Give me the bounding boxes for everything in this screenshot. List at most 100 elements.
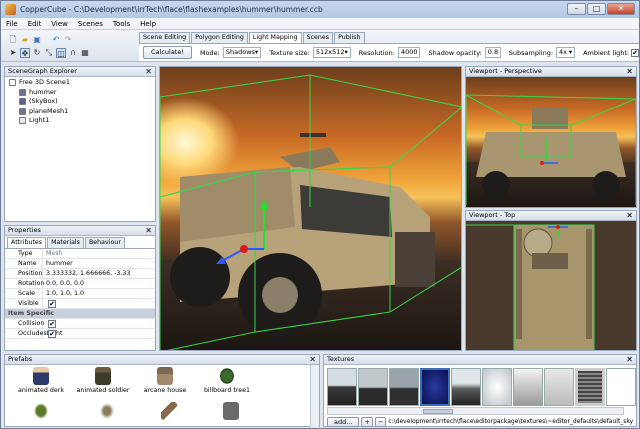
magnet-icon[interactable]: ∩ bbox=[68, 48, 78, 58]
texture-thumb[interactable] bbox=[575, 368, 605, 406]
main-viewport[interactable] bbox=[159, 66, 462, 351]
scroll-thumb[interactable] bbox=[423, 409, 453, 414]
rotate-icon[interactable]: ↻ bbox=[32, 48, 42, 58]
property-row[interactable]: Type Mesh bbox=[5, 249, 155, 259]
texture-thumb[interactable] bbox=[327, 368, 357, 406]
new-file-icon[interactable]: 🗋 bbox=[8, 35, 18, 45]
close-icon[interactable]: ✕ bbox=[626, 67, 633, 76]
textures-panel: Textures ✕ add... + − c:\development\irrt… bbox=[323, 354, 637, 427]
texture-thumb[interactable] bbox=[482, 368, 512, 406]
box-icon[interactable] bbox=[223, 402, 239, 420]
property-checkbox[interactable]: ✔ bbox=[48, 300, 56, 308]
property-row[interactable]: Rotation 0.0, 0.0, 0.0 bbox=[5, 279, 155, 289]
menu-view[interactable]: View bbox=[46, 20, 73, 28]
undo-icon[interactable]: ↶ bbox=[51, 35, 61, 45]
subsampling-select[interactable]: 4x ▾ bbox=[556, 47, 576, 58]
menu-help[interactable]: Help bbox=[135, 20, 161, 28]
property-row[interactable]: Position 3.333332, 1.666666, -3.33 bbox=[5, 269, 155, 279]
maximize-button[interactable]: □ bbox=[587, 3, 606, 15]
prefab-arcane-house[interactable]: arcane house bbox=[135, 367, 195, 394]
tab-light-mapping[interactable]: Light Mapping bbox=[248, 32, 302, 43]
property-value[interactable]: Mesh bbox=[43, 249, 155, 258]
property-key: Type bbox=[5, 249, 43, 258]
panel-header: SceneGraph Explorer ✕ bbox=[5, 67, 155, 77]
property-value[interactable]: ✔ bbox=[43, 299, 155, 308]
tree-item[interactable]: planeMesh1 bbox=[9, 107, 155, 117]
plant-icon[interactable] bbox=[99, 402, 115, 420]
property-value[interactable]: hummer bbox=[43, 259, 155, 268]
texture-thumb[interactable] bbox=[358, 368, 388, 406]
tree-item[interactable]: Light1 bbox=[9, 116, 155, 126]
tab-scene-editing[interactable]: Scene Editing bbox=[139, 32, 191, 43]
texture-size-select[interactable]: 512x512 ▾ bbox=[312, 47, 351, 58]
property-value[interactable]: 0.0, 0.0, 0.0 bbox=[43, 279, 155, 288]
save-icon[interactable]: ▣ bbox=[32, 35, 42, 45]
texture-thumb[interactable] bbox=[544, 368, 574, 406]
camera-icon[interactable]: ◫ bbox=[56, 48, 66, 58]
property-value[interactable]: 1.0, 1.0, 1.0 bbox=[43, 289, 155, 298]
close-button[interactable]: ✕ bbox=[607, 3, 635, 15]
tree-icon[interactable] bbox=[33, 402, 49, 420]
property-row[interactable]: Scale 1.0, 1.0, 1.0 bbox=[5, 289, 155, 299]
prefab-animated-soldier[interactable]: animated soldier bbox=[73, 367, 133, 394]
gizmo-center[interactable] bbox=[240, 245, 248, 253]
tab-publish[interactable]: Publish bbox=[334, 32, 365, 43]
property-row[interactable]: Visible ✔ bbox=[5, 299, 155, 309]
property-checkbox[interactable]: ✔ bbox=[48, 320, 56, 328]
mode-select[interactable]: Shadows ▾ bbox=[222, 47, 262, 58]
texture-thumb-selected[interactable] bbox=[420, 368, 450, 406]
property-row[interactable]: Name hummer bbox=[5, 259, 155, 269]
ambient-light-checkbox[interactable]: ✔ bbox=[631, 48, 639, 57]
prefab-animated-derk[interactable]: animated derk bbox=[11, 367, 71, 394]
property-section-header[interactable]: Item Specific bbox=[5, 309, 155, 319]
character-icon bbox=[33, 367, 49, 385]
property-value[interactable]: ✔ bbox=[43, 329, 155, 338]
texture-thumb[interactable] bbox=[389, 368, 419, 406]
menu-edit[interactable]: Edit bbox=[23, 20, 47, 28]
property-row[interactable]: OccludesLight ✔ bbox=[5, 329, 155, 339]
property-row[interactable]: Collision ✔ bbox=[5, 319, 155, 329]
tree-item[interactable]: hummer bbox=[9, 88, 155, 98]
close-icon[interactable]: ✕ bbox=[145, 226, 152, 235]
grid-icon[interactable]: ▦ bbox=[80, 48, 90, 58]
texture-thumb[interactable] bbox=[513, 368, 543, 406]
redo-icon[interactable]: ↷ bbox=[63, 35, 73, 45]
calculate-button[interactable]: Calculate! bbox=[143, 46, 192, 59]
tree-item[interactable]: (SkyBox) bbox=[9, 97, 155, 107]
resolution-input[interactable]: 4000 bbox=[397, 47, 421, 58]
texture-thumb[interactable] bbox=[606, 368, 636, 406]
top-viewport[interactable] bbox=[466, 221, 636, 350]
tab-attributes[interactable]: Attributes bbox=[7, 237, 47, 248]
plus-button[interactable]: + bbox=[361, 416, 373, 427]
texture-thumb[interactable] bbox=[451, 368, 481, 406]
tab-scenes[interactable]: Scenes bbox=[302, 32, 334, 43]
textures-hscrollbar[interactable] bbox=[327, 407, 624, 415]
tab-polygon-editing[interactable]: Polygon Editing bbox=[191, 32, 248, 43]
close-icon[interactable]: ✕ bbox=[626, 211, 633, 220]
move-icon[interactable]: ✥ bbox=[20, 48, 30, 58]
minimize-button[interactable]: – bbox=[567, 3, 586, 15]
prefab-billboard-tree1[interactable]: billboard tree1 bbox=[197, 367, 257, 394]
property-value[interactable]: ✔ bbox=[43, 319, 155, 328]
open-folder-icon[interactable]: ▰ bbox=[20, 35, 30, 45]
textures-title: Textures bbox=[327, 355, 355, 363]
tab-materials[interactable]: Materials bbox=[47, 237, 84, 248]
shadow-opacity-input[interactable]: 0.8 bbox=[484, 47, 501, 58]
select-arrow-icon[interactable]: ➤ bbox=[8, 48, 18, 58]
close-icon[interactable]: ✕ bbox=[309, 355, 316, 364]
close-icon[interactable]: ✕ bbox=[626, 355, 633, 364]
property-value[interactable]: 3.333332, 1.666666, -3.33 bbox=[43, 269, 155, 278]
scale-icon[interactable]: ⤡ bbox=[44, 48, 54, 58]
perspective-viewport[interactable] bbox=[466, 77, 636, 207]
prefabs-scrollbar[interactable] bbox=[310, 365, 319, 427]
close-icon[interactable]: ✕ bbox=[145, 67, 152, 76]
minus-button[interactable]: − bbox=[374, 416, 387, 427]
menu-scenes[interactable]: Scenes bbox=[73, 20, 108, 28]
menu-tools[interactable]: Tools bbox=[108, 20, 135, 28]
property-checkbox[interactable]: ✔ bbox=[48, 330, 56, 338]
menu-file[interactable]: File bbox=[1, 20, 23, 28]
wood-icon[interactable] bbox=[161, 402, 177, 420]
tree-item[interactable]: Free 3D Scene1 bbox=[9, 78, 155, 88]
tab-behaviour[interactable]: Behaviour bbox=[84, 237, 125, 248]
add-texture-button[interactable]: add... bbox=[327, 416, 360, 427]
